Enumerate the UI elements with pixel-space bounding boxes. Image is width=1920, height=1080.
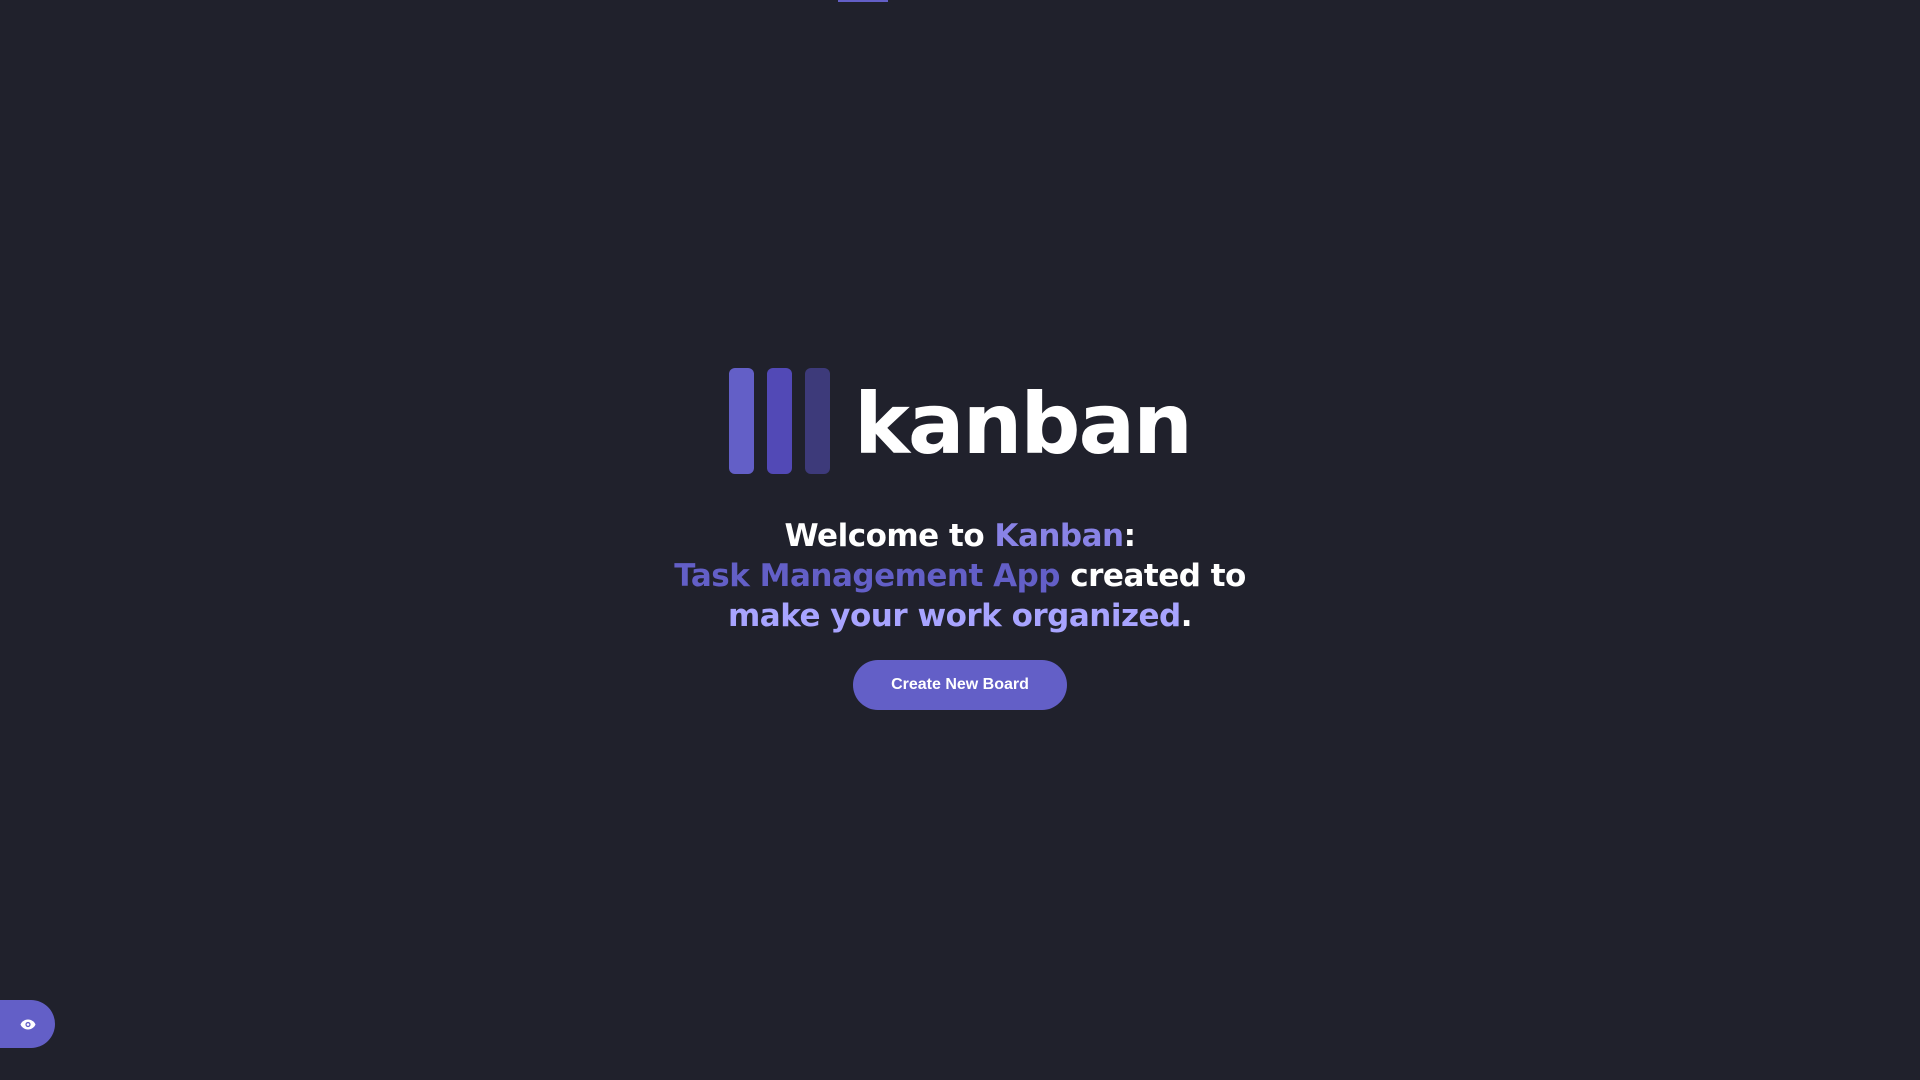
- welcome-app-name: Kanban: [994, 518, 1124, 554]
- welcome-period: .: [1180, 598, 1193, 634]
- welcome-purpose: make your work organized: [727, 598, 1181, 634]
- kanban-logo: kanban: [729, 368, 1193, 474]
- welcome-colon: :: [1123, 518, 1136, 554]
- welcome-line-3: make your work organized.: [674, 596, 1246, 636]
- eye-icon: [20, 1019, 35, 1029]
- logo-bar: [805, 368, 831, 474]
- welcome-app-description: Task Management App: [674, 558, 1060, 594]
- top-indicator: [838, 0, 888, 2]
- welcome-page: kanban Welcome to Kanban: Task Managemen…: [0, 0, 1920, 1080]
- welcome-text: Welcome to: [784, 518, 995, 554]
- welcome-message: Welcome to Kanban: Task Management App c…: [674, 516, 1246, 636]
- logo-bar: [729, 368, 755, 474]
- logo-icon: [729, 368, 831, 474]
- welcome-line-2: Task Management App created to: [674, 556, 1246, 596]
- welcome-line-1: Welcome to Kanban:: [674, 516, 1246, 556]
- welcome-created-to: created to: [1059, 558, 1246, 594]
- create-new-board-button[interactable]: Create New Board: [853, 660, 1067, 710]
- show-sidebar-button[interactable]: [0, 1000, 55, 1048]
- welcome-content: kanban Welcome to Kanban: Task Managemen…: [0, 368, 1920, 710]
- logo-bar: [767, 368, 793, 474]
- logo-text: kanban: [854, 375, 1193, 473]
